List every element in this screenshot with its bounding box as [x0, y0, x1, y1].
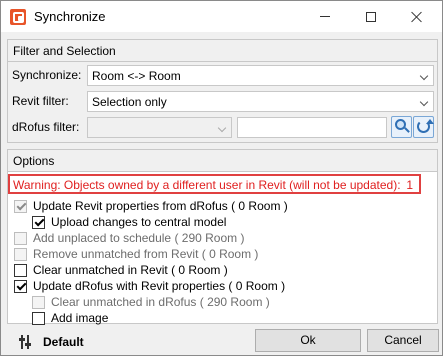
checkbox[interactable] [14, 247, 27, 261]
ok-button[interactable]: Ok [255, 329, 361, 352]
option-label: Update dRofus with Revit properties ( 0 … [33, 279, 286, 293]
close-icon [411, 11, 423, 23]
option-update-revit-properties[interactable]: Update Revit properties from dRofus ( 0 … [14, 198, 288, 214]
checkbox[interactable] [14, 199, 27, 213]
revit-filter-select[interactable]: Selection only [87, 91, 434, 112]
window-title: Synchronize [34, 9, 106, 24]
synchronize-select[interactable]: Room <-> Room [87, 65, 434, 86]
option-add-unplaced[interactable]: Add unplaced to schedule ( 290 Room ) [14, 230, 244, 246]
option-label: Remove unmatched from Revit ( 0 Room ) [33, 247, 259, 261]
synchronize-label: Synchronize: [12, 68, 82, 82]
option-clear-unmatched-drofus[interactable]: Clear unmatched in dRofus ( 290 Room ) [32, 294, 270, 310]
options-section-header: Options [8, 150, 437, 172]
option-remove-unmatched-revit[interactable]: Remove unmatched from Revit ( 0 Room ) [14, 246, 258, 262]
search-icon-handle [404, 127, 410, 133]
chevron-down-icon [419, 97, 429, 107]
maximize-icon [366, 11, 376, 22]
revit-filter-value: Selection only [92, 95, 167, 109]
maximize-button[interactable] [348, 1, 394, 32]
checkbox[interactable] [32, 311, 45, 325]
synchronize-value: Room <-> Room [92, 69, 181, 83]
option-label: Clear unmatched in Revit ( 0 Room ) [33, 263, 228, 277]
warning-count: 1 [406, 178, 413, 192]
filter-section-header: Filter and Selection [8, 40, 437, 62]
option-update-drofus[interactable]: Update dRofus with Revit properties ( 0 … [14, 278, 285, 294]
checkbox[interactable] [14, 231, 27, 245]
revit-filter-label: Revit filter: [12, 94, 69, 108]
drofus-filter-label: dRofus filter: [12, 120, 80, 134]
option-clear-unmatched-revit[interactable]: Clear unmatched in Revit ( 0 Room ) [14, 262, 228, 278]
option-label: Clear unmatched in dRofus ( 290 Room ) [51, 295, 270, 309]
checkbox[interactable] [32, 295, 45, 309]
refresh-button[interactable] [413, 116, 434, 138]
sliders-icon [19, 334, 35, 350]
title-bar: Synchronize [1, 1, 442, 32]
options-group: Options Warning: Objects owned by a diff… [7, 149, 438, 326]
option-add-image[interactable]: Add image [32, 310, 108, 326]
checkbox[interactable] [32, 215, 45, 229]
option-label: Add unplaced to schedule ( 290 Room ) [33, 231, 245, 245]
option-label: Upload changes to central model [51, 215, 227, 229]
warning-text: Warning: Objects owned by a different us… [13, 178, 401, 192]
chevron-down-icon [419, 71, 429, 81]
minimize-icon [320, 16, 330, 17]
filter-and-selection-group: Filter and Selection Synchronize: Room <… [7, 39, 438, 143]
option-label: Update Revit properties from dRofus ( 0 … [33, 199, 288, 213]
app-icon [10, 9, 26, 25]
default-button[interactable]: Default [43, 335, 84, 349]
search-button[interactable] [391, 116, 412, 138]
dialog-footer: Default Ok Cancel [1, 326, 442, 355]
checkbox[interactable] [14, 263, 27, 277]
close-button[interactable] [394, 1, 440, 32]
drofus-filter-text-input[interactable] [237, 117, 387, 138]
option-upload-changes[interactable]: Upload changes to central model [32, 214, 226, 230]
checkbox[interactable] [14, 279, 27, 293]
chevron-down-icon [217, 123, 227, 133]
minimize-button[interactable] [302, 1, 348, 32]
cancel-button[interactable]: Cancel [367, 329, 439, 352]
synchronize-dialog: Synchronize Filter and Selection Synchro… [0, 0, 443, 356]
option-label: Add image [51, 311, 109, 325]
refresh-icon-arrow [426, 119, 434, 124]
warning-message: Warning: Objects owned by a different us… [8, 174, 421, 194]
drofus-filter-select[interactable] [87, 117, 232, 138]
